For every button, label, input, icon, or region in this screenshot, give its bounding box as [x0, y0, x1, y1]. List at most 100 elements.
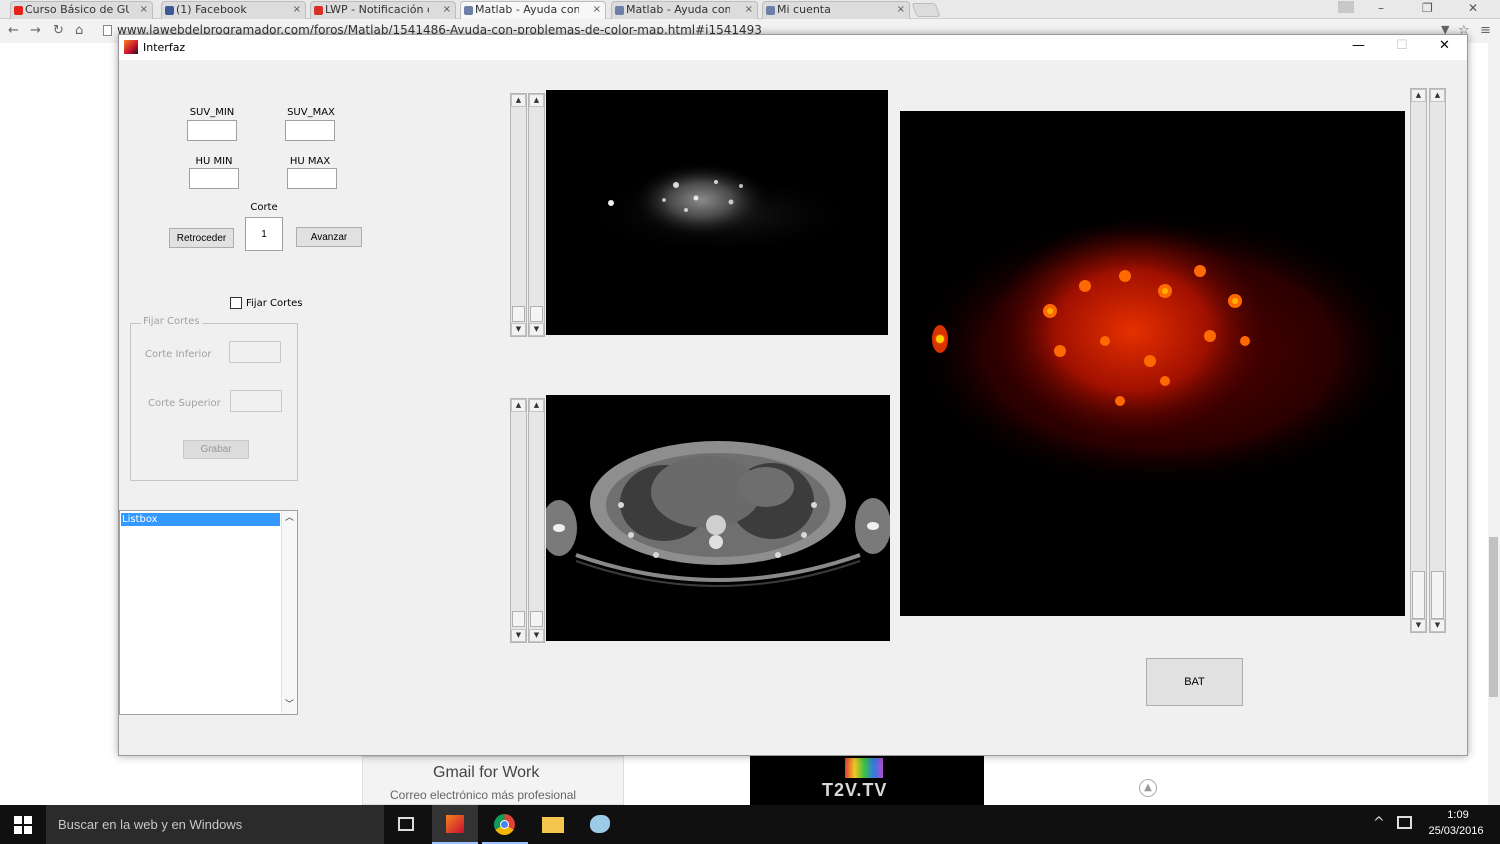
- browser-tab[interactable]: LWP - Notificación d ×: [310, 1, 456, 19]
- slider-thumb[interactable]: [1431, 571, 1444, 619]
- figure-close-icon[interactable]: ✕: [1439, 38, 1450, 53]
- tab-close-icon[interactable]: ×: [745, 2, 753, 18]
- slider-up-icon[interactable]: ▲: [529, 94, 544, 107]
- show-hidden-icons-icon[interactable]: ^: [1373, 815, 1385, 831]
- matlab-taskbar-icon[interactable]: [432, 805, 478, 844]
- corte-inferior-label: Corte Inferior: [145, 349, 212, 360]
- slider-thumb[interactable]: [530, 611, 543, 627]
- taskbar-date[interactable]: 25/03/2016: [1423, 825, 1489, 837]
- notifications-icon[interactable]: [1397, 816, 1412, 829]
- forward-icon[interactable]: →: [30, 23, 41, 38]
- scroll-down-icon[interactable]: ﹀: [285, 700, 294, 710]
- pet-slider-outer[interactable]: ▲ ▼: [510, 93, 527, 337]
- gmail-ad-subtitle: Correo electrónico más profesional: [390, 788, 577, 802]
- pet-slider-inner[interactable]: ▲ ▼: [528, 93, 545, 337]
- pet-hot-colormap-axes[interactable]: [900, 111, 1405, 616]
- browser-tab[interactable]: Matlab - Ayuda con ×: [611, 1, 758, 19]
- listbox-item[interactable]: Listbox: [121, 513, 280, 526]
- slider-down-icon[interactable]: ▼: [529, 629, 544, 642]
- back-icon[interactable]: ←: [8, 23, 19, 38]
- pet-grayscale-axes[interactable]: [546, 90, 888, 335]
- tab-close-icon[interactable]: ×: [897, 2, 905, 18]
- slider-down-icon[interactable]: ▼: [529, 323, 544, 336]
- hu-max-input[interactable]: [287, 168, 337, 189]
- hu-min-input[interactable]: [189, 168, 239, 189]
- slider-down-icon[interactable]: ▼: [511, 629, 526, 642]
- corte-superior-input[interactable]: [230, 390, 282, 412]
- page-favicon-icon: [615, 6, 624, 15]
- suv-min-input[interactable]: [187, 120, 237, 141]
- home-icon[interactable]: ⌂: [75, 23, 83, 38]
- slider-thumb[interactable]: [512, 611, 525, 627]
- tab-close-icon[interactable]: ×: [443, 2, 451, 18]
- ct-axes[interactable]: [546, 395, 890, 641]
- close-window-icon[interactable]: ✕: [1468, 0, 1478, 16]
- reload-icon[interactable]: ↻: [53, 23, 64, 38]
- tab-title: (1) Facebook: [176, 3, 247, 16]
- chrome-taskbar-icon[interactable]: [482, 805, 528, 844]
- restore-icon[interactable]: ❐: [1422, 0, 1433, 16]
- windows-start-icon[interactable]: [14, 816, 32, 834]
- corte-superior-label: Corte Superior: [148, 398, 221, 409]
- slider-thumb[interactable]: [530, 306, 543, 322]
- tab-title: Mi cuenta: [777, 3, 831, 16]
- figure-minimize-icon[interactable]: —: [1352, 38, 1365, 53]
- fijar-cortes-checkbox-label: Fijar Cortes: [246, 298, 303, 309]
- scroll-up-icon[interactable]: ︿: [285, 513, 294, 523]
- slider-down-icon[interactable]: ▼: [1411, 619, 1426, 632]
- tab-title: Matlab - Ayuda con: [475, 3, 579, 16]
- tab-close-icon[interactable]: ×: [593, 2, 601, 18]
- task-view-icon[interactable]: [398, 817, 414, 831]
- slider-thumb[interactable]: [512, 306, 525, 322]
- ct-slider-outer[interactable]: ▲ ▼: [510, 398, 527, 643]
- grabar-button[interactable]: Grabar: [183, 440, 249, 459]
- slider-down-icon[interactable]: ▼: [511, 323, 526, 336]
- hot-slider-outer[interactable]: ▲ ▼: [1410, 88, 1427, 633]
- ct-slider-inner[interactable]: ▲ ▼: [528, 398, 545, 643]
- fijar-cortes-checkbox[interactable]: [230, 297, 242, 309]
- browser-tab-active[interactable]: Matlab - Ayuda con ×: [460, 1, 606, 19]
- menu-icon[interactable]: ≡: [1480, 23, 1491, 38]
- new-tab-button[interactable]: [911, 3, 941, 17]
- slider-up-icon[interactable]: ▲: [511, 399, 526, 412]
- browser-tab[interactable]: (1) Facebook ×: [161, 1, 306, 19]
- profile-icon[interactable]: [1338, 1, 1354, 13]
- tab-close-icon[interactable]: ×: [140, 2, 148, 18]
- page-favicon-icon: [766, 6, 775, 15]
- bat-button[interactable]: BAT: [1146, 658, 1243, 706]
- slider-up-icon[interactable]: ▲: [529, 399, 544, 412]
- hot-slider-inner[interactable]: ▲ ▼: [1429, 88, 1446, 633]
- page-scroll-thumb[interactable]: [1489, 537, 1498, 697]
- browser-tab-bar: Curso Básico de GUI × (1) Facebook × LWP…: [0, 0, 1500, 19]
- youtube-favicon-icon: [14, 6, 23, 15]
- suv-max-input[interactable]: [285, 120, 335, 141]
- hu-min-label: HU MIN: [195, 156, 233, 167]
- matlab-logo-icon: [124, 40, 138, 54]
- browser-tab[interactable]: Curso Básico de GUI ×: [10, 1, 153, 19]
- listbox[interactable]: Listbox ︿ ﹀: [119, 510, 298, 715]
- minimize-icon[interactable]: –: [1378, 0, 1384, 16]
- slider-up-icon[interactable]: ▲: [511, 94, 526, 107]
- slider-down-icon[interactable]: ▼: [1430, 619, 1445, 632]
- slider-up-icon[interactable]: ▲: [1411, 89, 1426, 102]
- slider-thumb[interactable]: [1412, 571, 1425, 619]
- figure-titlebar: Interfaz — ☐ ✕: [119, 35, 1467, 60]
- taskbar-time[interactable]: 1:09: [1438, 809, 1478, 821]
- paint-taskbar-icon[interactable]: [578, 805, 624, 844]
- ct-image: [546, 441, 890, 587]
- corte-input[interactable]: [245, 217, 283, 251]
- slider-up-icon[interactable]: ▲: [1430, 89, 1445, 102]
- suv-min-label: SUV_MIN: [189, 107, 235, 118]
- file-explorer-taskbar-icon[interactable]: [530, 805, 576, 844]
- scroll-up-circle-icon[interactable]: ▲: [1139, 779, 1157, 797]
- corte-inferior-input[interactable]: [229, 341, 281, 363]
- retroceder-button[interactable]: Retroceder: [169, 228, 234, 248]
- browser-tab[interactable]: Mi cuenta ×: [762, 1, 910, 19]
- figure-maximize-icon[interactable]: ☐: [1396, 38, 1408, 53]
- listbox-scrollbar[interactable]: ︿ ﹀: [281, 511, 297, 714]
- taskbar-search-box[interactable]: Buscar en la web y en Windows: [46, 805, 384, 844]
- tab-close-icon[interactable]: ×: [293, 2, 301, 18]
- suv-max-label: SUV_MAX: [287, 107, 335, 118]
- page-icon: [103, 25, 112, 36]
- avanzar-button[interactable]: Avanzar: [296, 227, 362, 247]
